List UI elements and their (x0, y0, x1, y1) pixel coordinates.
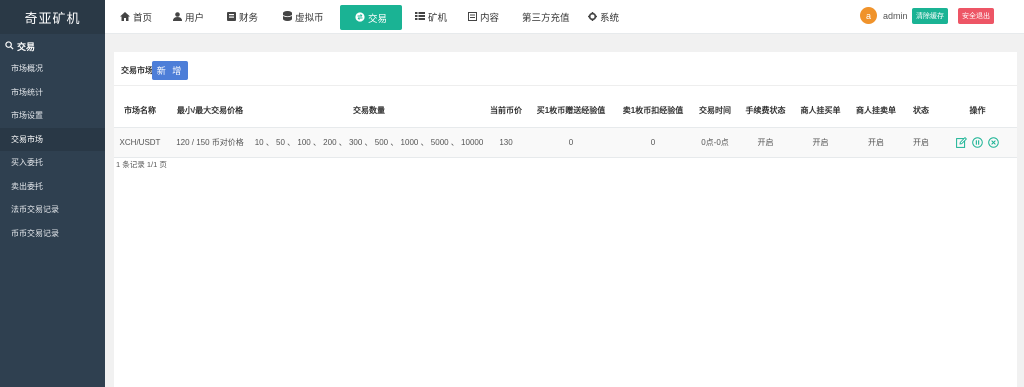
nav-trade[interactable]: 交易 (340, 5, 402, 30)
col-sell-exp[interactable]: 卖1枚币扣经验值 (614, 95, 692, 128)
brand-logo: 奇亚矿机 (0, 0, 105, 34)
cell-buy-exp: 0 (528, 127, 614, 158)
finance-icon (227, 11, 236, 23)
col-actions: 操作 (938, 95, 1017, 128)
sidebar-item-market-stats[interactable]: 市场统计 (0, 81, 105, 105)
toolbar: 交易市场 新 增 (114, 52, 1017, 86)
sidebar-item-buy-orders[interactable]: 买入委托 (0, 151, 105, 175)
page-title: 交易市场 (121, 66, 153, 75)
nav-users[interactable]: 用户 (173, 0, 204, 34)
sidebar: 奇亚矿机 交易 市场概况 市场统计 市场设置 交易市场 买入委托 卖出委托 法币… (0, 0, 105, 387)
nav-home-label: 首页 (133, 13, 153, 24)
col-price-range[interactable]: 最小/最大交易价格 (166, 95, 254, 128)
col-market[interactable]: 市场名称 (114, 95, 166, 128)
cell-merchant-buy: 开启 (793, 127, 848, 158)
cell-fee-status: 开启 (738, 127, 793, 158)
col-merchant-buy[interactable]: 商人挂买单 (793, 95, 848, 128)
nav-content-label: 内容 (480, 13, 500, 24)
cell-quantities: 10 、 50 、 100 、 200 、 300 、 500 、 1000 、… (254, 127, 484, 158)
main-panel: 交易市场 新 增 市场名称 最小/最大交易价格 交易数量 当前币价 买1枚币赠送… (114, 52, 1017, 387)
nav-miner[interactable]: 矿机 (415, 0, 447, 34)
delete-icon[interactable] (988, 136, 1000, 148)
gear-icon (588, 11, 597, 23)
home-icon (120, 11, 130, 23)
cell-actions (938, 127, 1017, 158)
market-table: 市场名称 最小/最大交易价格 交易数量 当前币价 买1枚币赠送经验值 卖1枚币扣… (114, 95, 1017, 158)
sidebar-item-market-settings[interactable]: 市场设置 (0, 104, 105, 128)
nav-finance[interactable]: 财务 (227, 0, 258, 34)
table-header-row: 市场名称 最小/最大交易价格 交易数量 当前币价 买1枚币赠送经验值 卖1枚币扣… (114, 95, 1017, 128)
cell-sell-exp: 0 (614, 127, 692, 158)
sidebar-section-trade[interactable]: 交易 (0, 35, 105, 57)
col-merchant-sell[interactable]: 商人挂卖单 (848, 95, 904, 128)
nav-system-label: 系统 (600, 13, 620, 24)
sidebar-item-coin-records[interactable]: 币币交易记录 (0, 222, 105, 246)
pause-icon[interactable] (972, 136, 984, 148)
nav-content[interactable]: 内容 (468, 0, 499, 34)
add-button[interactable]: 新 增 (152, 61, 188, 80)
cell-price-range: 120 / 150 币对价格 (166, 127, 254, 158)
nav-users-label: 用户 (185, 13, 205, 24)
grid-icon (415, 12, 425, 22)
col-status[interactable]: 状态 (904, 95, 938, 128)
nav-trade-label: 交易 (367, 13, 387, 25)
nav-home[interactable]: 首页 (120, 0, 152, 34)
cell-current-price: 130 (484, 127, 528, 158)
logout-button[interactable]: 安全退出 (958, 8, 994, 24)
avatar[interactable]: a (860, 7, 877, 24)
search-icon (5, 40, 14, 52)
username[interactable]: admin (883, 11, 908, 21)
nav-miner-label: 矿机 (428, 13, 448, 24)
trade-icon (355, 11, 365, 24)
cell-merchant-sell: 开启 (848, 127, 904, 158)
table-row: XCH/USDT 120 / 150 币对价格 10 、 50 、 100 、 … (114, 127, 1017, 158)
nav-system[interactable]: 系统 (588, 0, 619, 34)
cell-trade-time: 0点-0点 (692, 127, 738, 158)
nav-crypto-label: 虚拟币 (295, 13, 324, 24)
nav-finance-label: 财务 (239, 13, 259, 24)
cell-status: 开启 (904, 127, 938, 158)
sidebar-section-label: 交易 (17, 41, 36, 52)
nav-crypto[interactable]: 虚拟币 (282, 0, 324, 34)
clear-cache-button[interactable]: 清除缓存 (912, 8, 948, 24)
database-icon (282, 11, 293, 23)
col-quantities[interactable]: 交易数量 (254, 95, 484, 128)
edit-icon[interactable] (956, 136, 968, 148)
nav-recharge-label: 第三方充值 (522, 13, 570, 24)
sidebar-item-market-overview[interactable]: 市场概况 (0, 57, 105, 81)
col-buy-exp[interactable]: 买1枚币赠送经验值 (528, 95, 614, 128)
col-trade-time[interactable]: 交易时间 (692, 95, 738, 128)
pagination-info: 1 条记录 1/1 页 (116, 160, 167, 169)
sidebar-item-sell-orders[interactable]: 卖出委托 (0, 175, 105, 199)
content-icon (468, 11, 477, 23)
col-current-price[interactable]: 当前币价 (484, 95, 528, 128)
sidebar-item-fiat-records[interactable]: 法币交易记录 (0, 198, 105, 222)
sidebar-item-trade-market[interactable]: 交易市场 (0, 127, 105, 151)
nav-third-party-recharge[interactable]: 第三方充值 (522, 0, 570, 34)
col-fee-status[interactable]: 手续费状态 (738, 95, 793, 128)
cell-market: XCH/USDT (114, 127, 166, 158)
user-icon (173, 11, 182, 23)
